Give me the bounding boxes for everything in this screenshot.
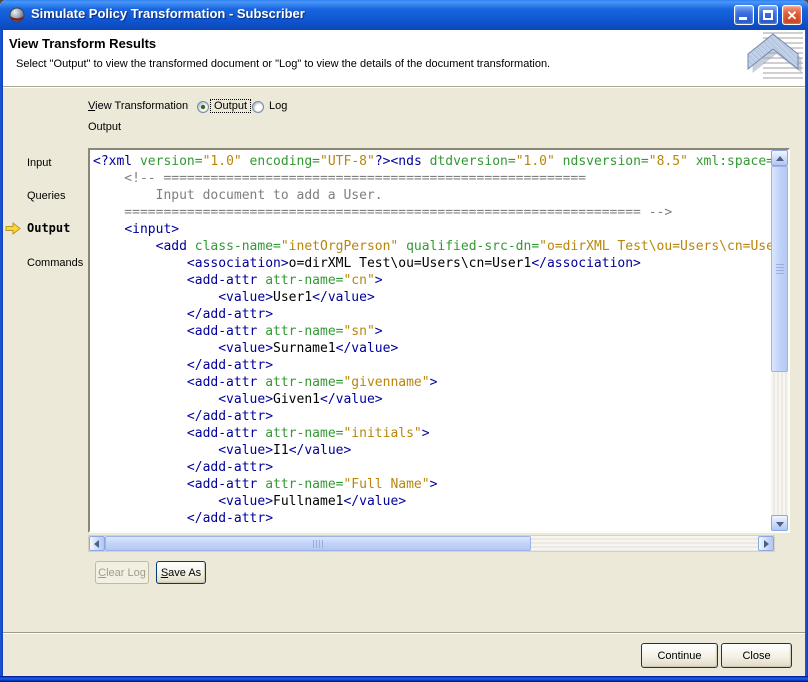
- sidebar-item-queries[interactable]: Queries: [0, 189, 88, 205]
- code-line: <add-attr attr-name="sn">: [93, 323, 771, 340]
- code-line: <add-attr attr-name="givenname">: [93, 374, 771, 391]
- window-title: Simulate Policy Transformation - Subscri…: [31, 6, 305, 21]
- active-step-arrow-icon: [5, 222, 21, 238]
- sidebar-item-label: Queries: [27, 190, 66, 202]
- code-line: Input document to add a User.: [93, 187, 771, 204]
- code-line: <add-attr attr-name="Full Name">: [93, 476, 771, 493]
- page-title: View Transform Results: [9, 36, 156, 51]
- horizontal-scroll-thumb[interactable]: [105, 536, 531, 551]
- sidebar-item-label: Input: [27, 157, 51, 169]
- sidebar: Input Queries Output Commands: [0, 148, 88, 308]
- vertical-scroll-thumb[interactable]: [771, 166, 788, 372]
- output-section-label: Output: [88, 121, 121, 133]
- minimize-button[interactable]: [734, 5, 754, 25]
- code-line: </add-attr>: [93, 408, 771, 425]
- page-description: Select "Output" to view the transformed …: [16, 58, 550, 70]
- window-border-bottom: [0, 676, 808, 682]
- window-border-left: [0, 30, 3, 676]
- close-icon: ✕: [783, 7, 801, 25]
- code-line: </add-attr>: [93, 357, 771, 374]
- code-line: <input>: [93, 221, 771, 238]
- clear-log-button[interactable]: Clear Log: [95, 561, 149, 584]
- header-separator: [3, 86, 805, 88]
- output-radio-label[interactable]: Output: [211, 100, 250, 112]
- app-icon: [9, 7, 25, 23]
- sidebar-item-label: Output: [27, 221, 70, 235]
- thumb-grip: [776, 264, 784, 274]
- code-line: <value>I1</value>: [93, 442, 771, 459]
- log-radio-label[interactable]: Log: [266, 100, 290, 112]
- maximize-icon: [763, 10, 773, 20]
- xml-output-panel[interactable]: <?xml version="1.0" encoding="UTF-8"?><n…: [88, 148, 790, 533]
- view-transformation-label: View Transformation: [88, 100, 188, 112]
- sidebar-item-commands[interactable]: Commands: [0, 256, 88, 272]
- wizard-header: View Transform Results Select "Output" t…: [3, 30, 805, 86]
- save-as-button[interactable]: Save As: [156, 561, 206, 584]
- code-line: <value>Given1</value>: [93, 391, 771, 408]
- code-line: <!-- ===================================…: [93, 170, 771, 187]
- code-line: </add-attr>: [93, 306, 771, 323]
- code-line: <?xml version="1.0" encoding="UTF-8"?><n…: [93, 153, 771, 170]
- thumb-grip: [313, 540, 323, 548]
- scroll-right-button[interactable]: [758, 536, 774, 551]
- continue-button[interactable]: Continue: [641, 643, 718, 668]
- scroll-up-button[interactable]: [771, 150, 788, 166]
- left-arrow-icon: [94, 540, 99, 548]
- maximize-button[interactable]: [758, 5, 778, 25]
- up-arrow-icon: [776, 156, 784, 161]
- titlebar-close-button[interactable]: ✕: [782, 5, 802, 25]
- output-radio[interactable]: [197, 101, 209, 113]
- xml-code: <?xml version="1.0" encoding="UTF-8"?><n…: [90, 150, 771, 531]
- code-line: </add-attr>: [93, 510, 771, 527]
- sidebar-item-output[interactable]: Output: [0, 221, 88, 237]
- code-line: <value>Surname1</value>: [93, 340, 771, 357]
- code-line: <add-attr attr-name="initials">: [93, 425, 771, 442]
- code-line: <value>User1</value>: [93, 289, 771, 306]
- code-line: <value>Fullname1</value>: [93, 493, 771, 510]
- code-line: <add class-name="inetOrgPerson" qualifie…: [93, 238, 771, 255]
- code-line: </add-attr>: [93, 459, 771, 476]
- log-radio[interactable]: [252, 101, 264, 113]
- minimize-icon: [739, 17, 747, 20]
- horizontal-scrollbar[interactable]: [88, 535, 775, 552]
- close-button[interactable]: Close: [721, 643, 792, 668]
- code-line: <add-attr attr-name="cn">: [93, 272, 771, 289]
- sidebar-item-input[interactable]: Input: [0, 156, 88, 172]
- titlebar[interactable]: Simulate Policy Transformation - Subscri…: [0, 0, 808, 30]
- sidebar-item-label: Commands: [27, 257, 83, 269]
- vertical-scrollbar[interactable]: [771, 150, 788, 531]
- right-arrow-icon: [764, 540, 769, 548]
- footer-separator: [3, 632, 805, 634]
- scroll-down-button[interactable]: [771, 515, 788, 531]
- code-line: <association>o=dirXML Test\ou=Users\cn=U…: [93, 255, 771, 272]
- code-line: ========================================…: [93, 204, 771, 221]
- down-arrow-icon: [776, 522, 784, 527]
- wizard-chevron-icon: [743, 30, 803, 89]
- scroll-left-button[interactable]: [89, 536, 105, 551]
- dialog-window: Simulate Policy Transformation - Subscri…: [0, 0, 808, 682]
